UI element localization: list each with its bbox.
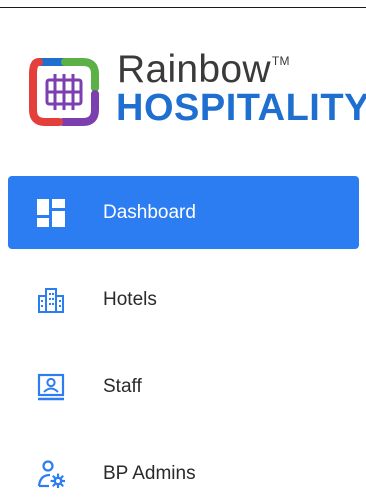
sidebar-item-label: Hotels — [103, 288, 157, 310]
sidebar-nav: Dashboard Hotels Staff BP Admins — [8, 176, 359, 504]
trademark-mark: TM — [271, 54, 290, 68]
rainbow-logo-icon — [25, 54, 103, 130]
building-icon — [36, 285, 66, 315]
sidebar-item-dashboard[interactable]: Dashboard — [8, 176, 359, 249]
dashboard-grid-icon — [36, 198, 66, 228]
brand-name-bottom: HOSPITALITY — [116, 87, 366, 129]
sidebar: RainbowTM HOSPITALITY Dashboard Hotels S… — [0, 0, 366, 504]
sidebar-item-hotels[interactable]: Hotels — [8, 263, 359, 336]
staff-badge-icon — [36, 372, 66, 402]
top-divider — [0, 7, 366, 8]
sidebar-item-label: Dashboard — [103, 201, 196, 223]
sidebar-item-staff[interactable]: Staff — [8, 350, 359, 423]
sidebar-item-label: BP Admins — [103, 462, 196, 484]
user-gear-icon — [36, 459, 66, 489]
brand-logo[interactable]: RainbowTM HOSPITALITY — [25, 48, 366, 132]
brand-name-top: RainbowTM — [117, 48, 290, 92]
brand-rainbow-text: Rainbow — [117, 48, 271, 91]
sidebar-item-bp-admins[interactable]: BP Admins — [8, 437, 359, 504]
sidebar-item-label: Staff — [103, 375, 142, 397]
